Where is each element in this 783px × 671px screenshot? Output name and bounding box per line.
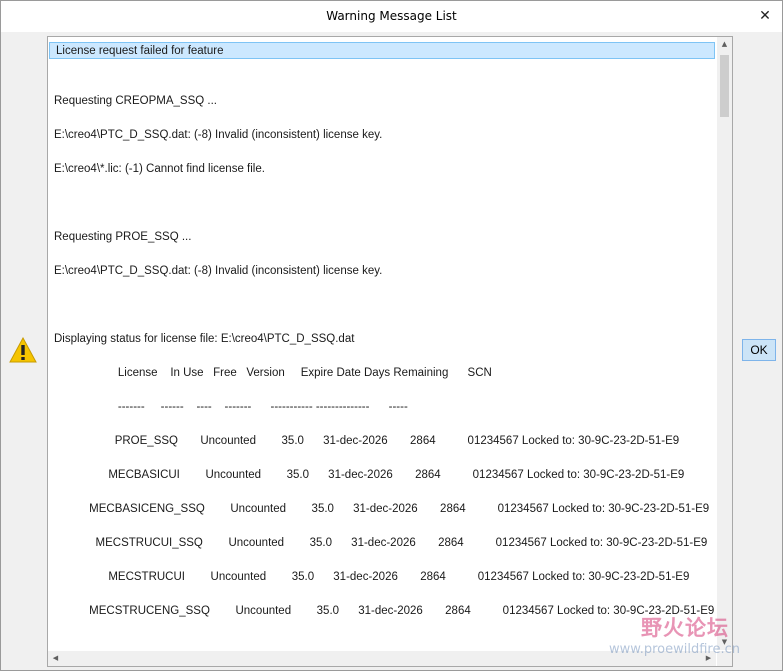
dialog-content: License request failed for feature Reques… [1, 32, 782, 670]
message-line[interactable]: MECBASICENG_SSQ Uncounted 35.0 31-dec-20… [48, 501, 716, 518]
message-line[interactable] [48, 297, 716, 314]
message-line[interactable] [48, 382, 716, 399]
message-line[interactable]: PROE_SSQ Uncounted 35.0 31-dec-2026 2864… [48, 433, 716, 450]
message-text: Requesting CREOPMA_SSQ ... [54, 95, 217, 107]
warning-triangle-icon [9, 337, 37, 363]
message-line[interactable] [48, 552, 716, 569]
message-line[interactable] [48, 518, 716, 535]
message-line[interactable] [48, 144, 716, 161]
ok-button[interactable]: OK [742, 339, 776, 361]
message-line[interactable] [48, 314, 716, 331]
message-line[interactable] [48, 484, 716, 501]
title-bar: Warning Message List ✕ [1, 1, 782, 32]
message-line[interactable] [48, 178, 716, 195]
message-line[interactable] [48, 110, 716, 127]
message-text: ------- ------ ---- ------- ----------- … [54, 401, 408, 413]
message-list-box: License request failed for feature Reques… [47, 36, 733, 667]
close-icon[interactable]: ✕ [756, 7, 774, 25]
message-line-selected[interactable]: License request failed for feature [49, 42, 715, 59]
message-text: E:\creo4\PTC_D_SSQ.dat: (-8) Invalid (in… [54, 129, 383, 141]
message-text: MECBASICENG_SSQ Uncounted 35.0 31-dec-20… [54, 503, 710, 515]
message-line[interactable]: ------- ------ ---- ------- ----------- … [48, 399, 716, 416]
warning-message-dialog: Warning Message List ✕ License request f… [0, 0, 783, 671]
message-text: E:\creo4\*.lic: (-1) Cannot find license… [54, 163, 265, 175]
message-text: PROE_SSQ Uncounted 35.0 31-dec-2026 2864… [54, 435, 680, 447]
message-line[interactable] [48, 76, 716, 93]
message-line[interactable]: Requesting PROE_SSQ ... [48, 229, 716, 246]
message-line[interactable]: MECBASICUI Uncounted 35.0 31-dec-2026 28… [48, 467, 716, 484]
message-text: License In Use Free Version Expire Date … [54, 367, 492, 379]
scroll-down-icon[interactable]: ▼ [717, 635, 732, 650]
message-line[interactable]: E:\creo4\PTC_D_SSQ.dat: (-8) Invalid (in… [48, 263, 716, 280]
message-text: E:\creo4\PTC_D_SSQ.dat: (-8) Invalid (in… [54, 265, 383, 277]
message-line[interactable] [48, 450, 716, 467]
message-line[interactable] [48, 212, 716, 229]
message-line[interactable]: E:\creo4\*.lic: (-1) Cannot find license… [48, 161, 716, 178]
message-line[interactable] [48, 637, 716, 650]
message-line[interactable] [48, 620, 716, 637]
message-line[interactable] [48, 416, 716, 433]
message-text: MECSTRUCUI_SSQ Uncounted 35.0 31-dec-202… [54, 537, 708, 549]
message-line[interactable]: MECSTRUCUI Uncounted 35.0 31-dec-2026 28… [48, 569, 716, 586]
message-line[interactable]: License In Use Free Version Expire Date … [48, 365, 716, 382]
message-line[interactable]: Requesting CREOPMA_SSQ ... [48, 93, 716, 110]
message-text: MECSTRUCUI Uncounted 35.0 31-dec-2026 28… [54, 571, 690, 583]
scrollbar-corner [717, 651, 732, 666]
message-text: Requesting PROE_SSQ ... [54, 231, 192, 243]
message-text: License request failed for feature [56, 45, 224, 57]
message-line[interactable]: Displaying status for license file: E:\c… [48, 331, 716, 348]
message-line[interactable] [48, 195, 716, 212]
vertical-scroll-thumb[interactable] [720, 55, 729, 117]
scroll-right-icon[interactable]: ▶ [701, 651, 716, 666]
message-line[interactable] [48, 280, 716, 297]
message-line[interactable] [48, 348, 716, 365]
window-title: Warning Message List [326, 9, 457, 23]
message-line[interactable]: E:\creo4\PTC_D_SSQ.dat: (-8) Invalid (in… [48, 127, 716, 144]
message-text: Displaying status for license file: E:\c… [54, 333, 355, 345]
message-line[interactable] [48, 59, 716, 76]
scroll-left-icon[interactable]: ◀ [48, 651, 63, 666]
message-line[interactable] [48, 246, 716, 263]
message-line[interactable]: MECSTRUCUI_SSQ Uncounted 35.0 31-dec-202… [48, 535, 716, 552]
message-line[interactable]: MECSTRUCENG_SSQ Uncounted 35.0 31-dec-20… [48, 603, 716, 620]
message-list[interactable]: License request failed for feature Reques… [48, 37, 716, 650]
scroll-up-icon[interactable]: ▲ [717, 37, 732, 52]
horizontal-scrollbar[interactable]: ◀ ▶ [48, 651, 716, 666]
message-line[interactable] [48, 586, 716, 603]
vertical-scrollbar[interactable]: ▲ ▼ [717, 37, 732, 650]
message-text: MECSTRUCENG_SSQ Uncounted 35.0 31-dec-20… [54, 605, 715, 617]
message-text: MECBASICUI Uncounted 35.0 31-dec-2026 28… [54, 469, 685, 481]
